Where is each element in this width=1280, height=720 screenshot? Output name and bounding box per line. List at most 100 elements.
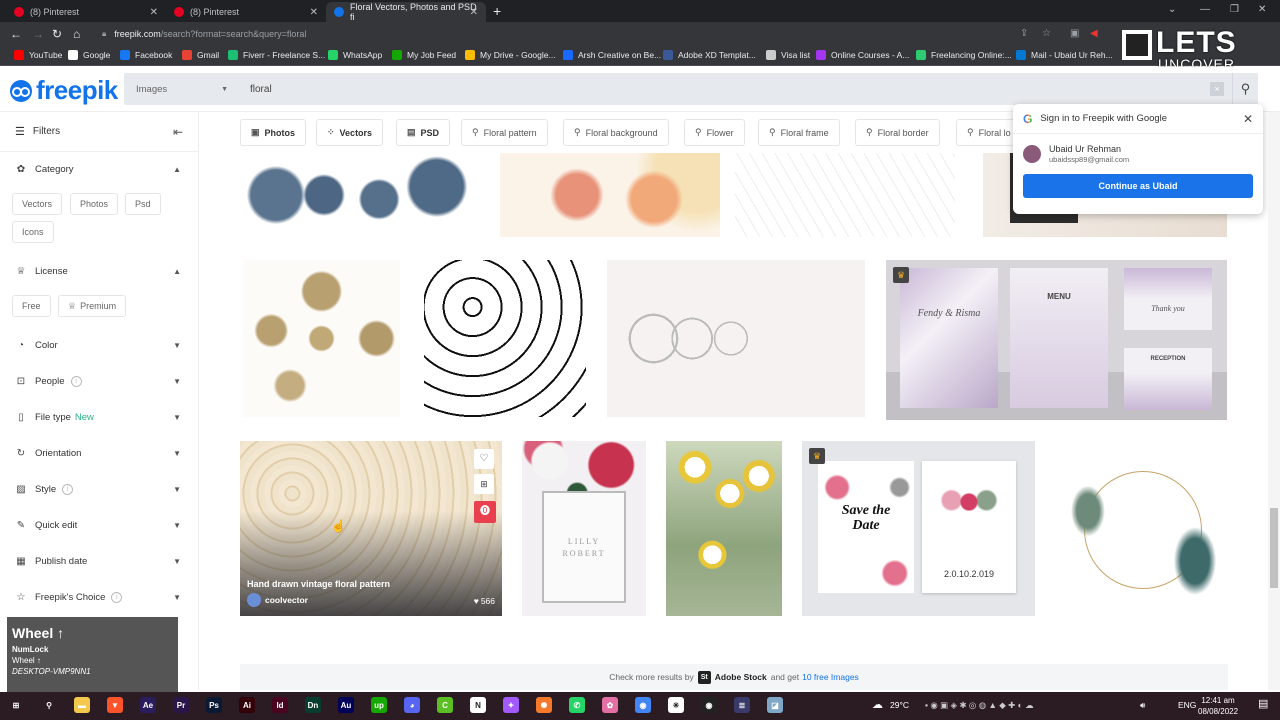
continue-as-button[interactable]: Continue as Ubaid xyxy=(1023,174,1253,198)
tab-search-icon[interactable]: ⌄ xyxy=(1168,4,1176,15)
chip-floral-border[interactable]: ⚲ Floral border xyxy=(855,119,940,146)
taskbar-app-dimension-icon[interactable]: Dn xyxy=(305,697,321,713)
result-image-hovered[interactable]: ♡ ⊞ ⓿ ☝ Hand drawn vintage floral patter… xyxy=(240,441,502,616)
taskbar-app-blender-icon[interactable]: ✺ xyxy=(536,697,552,713)
freepik-logo[interactable]: freepik xyxy=(10,75,118,106)
volume-icon[interactable]: 🔊︎ xyxy=(1140,700,1145,711)
taskbar-app-notion-icon[interactable]: N xyxy=(470,697,486,713)
search-button[interactable]: ⚲ xyxy=(1232,73,1258,105)
search-input[interactable]: floral xyxy=(250,84,1210,95)
chip-floral-background[interactable]: ⚲ Floral background xyxy=(563,119,669,146)
minimize-button[interactable]: — xyxy=(1200,4,1210,15)
bookmark-item[interactable]: Visa list xyxy=(766,50,810,60)
result-image[interactable] xyxy=(240,153,480,237)
maximize-button[interactable]: ❐ xyxy=(1230,4,1239,15)
taskbar-app-notepad-icon[interactable]: ◪ xyxy=(767,697,783,713)
bookmark-item[interactable]: Freelancing Online:... xyxy=(916,50,1012,60)
filter-section-quick-edit[interactable]: ✎ Quick edit ▼ xyxy=(15,520,185,531)
filter-section-file-type[interactable]: ▯ File type New ▼ xyxy=(15,412,185,423)
result-image[interactable] xyxy=(424,260,586,417)
filter-section-people[interactable]: ⊡ People i ▼ xyxy=(15,376,185,387)
taskbar-app-obs-icon[interactable]: ◉ xyxy=(701,697,717,713)
taskbar-app-app-icon[interactable]: ≣ xyxy=(734,697,750,713)
language-indicator[interactable]: ENG xyxy=(1178,700,1196,710)
tray-icons[interactable]: ▪ ◉ ▣ ◈ ✱ ◎ ◍ ▲ ◆ ✚ ◐ ☁ xyxy=(925,700,1034,711)
category-chip-photos[interactable]: Photos xyxy=(70,193,119,215)
license-chip-free[interactable]: Free xyxy=(12,295,51,317)
result-image[interactable] xyxy=(735,153,955,237)
filter-section-publish-date[interactable]: ▦ Publish date ▼ xyxy=(15,556,185,567)
filter-section-style[interactable]: ▨ Style i ▼ xyxy=(15,484,185,495)
pinterest-save-button[interactable]: ⓿ xyxy=(474,501,496,523)
share-icon[interactable]: ⇪ xyxy=(1020,28,1028,39)
bookmark-item[interactable]: My Drive - Google... xyxy=(465,50,556,60)
taskbar-app-app-icon[interactable]: ✿ xyxy=(602,697,618,713)
taskbar-app-upwork-icon[interactable]: up xyxy=(371,697,387,713)
taskbar-app-premiere-pro-icon[interactable]: Pr xyxy=(173,697,189,713)
search-type-select[interactable]: Images ▼ xyxy=(124,73,238,105)
bookmark-item[interactable]: Gmail xyxy=(182,50,219,60)
taskbar-app-file-explorer-icon[interactable]: ▬ xyxy=(74,697,90,713)
filter-section-category[interactable]: ✿ Category ▲ xyxy=(15,164,185,175)
extension-icon[interactable]: ▣ xyxy=(1070,28,1079,39)
bookmark-star-icon[interactable]: ☆ xyxy=(1042,28,1051,39)
taskbar-app-slack-icon[interactable]: ✳ xyxy=(668,697,684,713)
taskbar-app-whatsapp-icon[interactable]: ✆ xyxy=(569,697,585,713)
filter-section-color[interactable]: ◔ Color ▼ xyxy=(15,340,185,351)
bookmark-item[interactable]: Mail - Ubaid Ur Reh... xyxy=(1016,50,1113,60)
result-image[interactable] xyxy=(666,441,782,616)
taskbar-app-photoshop-icon[interactable]: Ps xyxy=(206,697,222,713)
bookmark-item[interactable]: WhatsApp xyxy=(328,50,382,60)
category-chip-psd[interactable]: Psd xyxy=(125,193,161,215)
author-link[interactable]: coolvector xyxy=(247,593,308,607)
category-chip-icons[interactable]: Icons xyxy=(12,221,54,243)
result-image[interactable] xyxy=(500,153,720,237)
chip-photos[interactable]: ▣ Photos xyxy=(240,119,307,146)
taskbar-app-after-effects-icon[interactable]: Ae xyxy=(140,697,156,713)
taskbar-app-camtasia-icon[interactable]: C xyxy=(437,697,453,713)
bookmark-item[interactable]: Online Courses - A... xyxy=(816,50,909,60)
info-icon[interactable]: i xyxy=(111,592,123,603)
back-icon[interactable]: ← xyxy=(10,27,22,41)
result-image[interactable] xyxy=(1060,441,1227,616)
new-tab-button[interactable]: + xyxy=(493,3,501,19)
chip-floral-frame[interactable]: ⚲ Floral frame xyxy=(758,119,840,146)
taskbar-app-discord-icon[interactable]: ◕ xyxy=(404,697,420,713)
scrollbar-thumb[interactable] xyxy=(1270,508,1278,588)
bookmark-item[interactable]: Google xyxy=(68,50,110,60)
browser-tab[interactable]: (8) Pinterest ✕ xyxy=(6,2,166,22)
reload-icon[interactable]: ↻ xyxy=(52,27,62,41)
audio-icon[interactable]: ◀︎ xyxy=(1090,28,1098,39)
category-chip-vectors[interactable]: Vectors xyxy=(12,193,63,215)
bookmark-item[interactable]: My Job Feed xyxy=(392,50,456,60)
filter-section-license[interactable]: ♕ License ▲ xyxy=(15,266,185,277)
info-icon[interactable]: i xyxy=(62,484,74,495)
url-field[interactable]: 🔒︎ freepik.com /search?format=search&que… xyxy=(96,25,1026,43)
taskbar-app-windows-icon[interactable]: ⊞ xyxy=(8,697,24,713)
chip-floral-pattern[interactable]: ⚲ Floral pattern xyxy=(461,119,548,146)
notification-center-icon[interactable]: ▤ xyxy=(1258,697,1268,710)
chip-floral-logo[interactable]: ⚲ Floral lo xyxy=(956,119,1022,146)
taskbar-app-indesign-icon[interactable]: Id xyxy=(272,697,288,713)
like-button[interactable]: ♡ xyxy=(474,449,494,469)
collapse-sidebar-icon[interactable]: ⇤ xyxy=(173,125,183,139)
filter-section-orientation[interactable]: ↻ Orientation ▼ xyxy=(15,448,185,459)
browser-tab-active[interactable]: Floral Vectors, Photos and PSD fi ✕ xyxy=(326,2,486,22)
close-tab-icon[interactable]: ✕ xyxy=(310,7,318,18)
taskbar-app-audition-icon[interactable]: Au xyxy=(338,697,354,713)
forward-icon[interactable]: → xyxy=(32,27,44,41)
close-tab-icon[interactable]: ✕ xyxy=(470,7,478,18)
bookmark-item[interactable]: Adobe XD Templat... xyxy=(663,50,756,60)
collection-button[interactable]: ⊞ xyxy=(474,474,494,494)
result-image[interactable] xyxy=(243,260,400,417)
chip-vectors[interactable]: ⁘ Vectors xyxy=(316,119,384,146)
home-icon[interactable]: ⌂ xyxy=(73,27,80,41)
license-chip-premium[interactable]: ♕ Premium xyxy=(58,295,127,317)
account-row[interactable]: Ubaid Ur Rehman ubaidssp89@gmail.com xyxy=(1013,134,1263,170)
browser-tab[interactable]: (8) Pinterest ✕ xyxy=(166,2,326,22)
close-popup-button[interactable]: ✕ xyxy=(1243,112,1253,126)
result-image[interactable] xyxy=(607,260,865,417)
taskbar-app-figma-icon[interactable]: ✦ xyxy=(503,697,519,713)
bookmark-item[interactable]: Fiverr - Freelance S... xyxy=(228,50,325,60)
taskbar-app-brave-icon[interactable]: ▼ xyxy=(107,697,123,713)
